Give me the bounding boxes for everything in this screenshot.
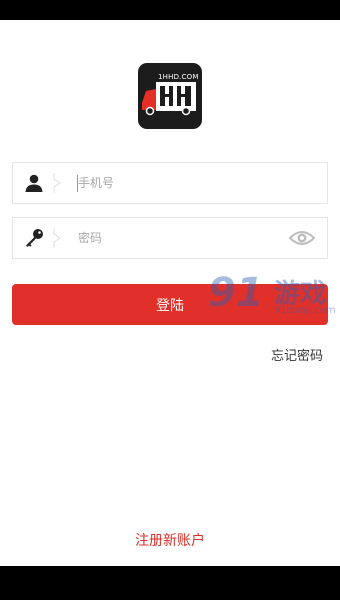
- field-divider-icon: [53, 173, 61, 193]
- field-divider-icon: [53, 228, 61, 248]
- status-bar: [0, 0, 340, 20]
- key-icon: [13, 218, 55, 258]
- eye-icon[interactable]: [289, 227, 315, 249]
- text-cursor: [77, 175, 78, 192]
- register-link[interactable]: 注册新账户: [0, 530, 340, 550]
- navigation-bar: [0, 566, 340, 600]
- watermark-url: 91danji.com: [274, 305, 336, 316]
- password-field[interactable]: [12, 217, 328, 259]
- user-icon: [13, 163, 55, 203]
- forgot-password-link[interactable]: 忘记密码: [271, 345, 323, 364]
- watermark: 91 游戏 91danji.com: [208, 270, 338, 328]
- logo-text: 1HHD.COM: [158, 73, 199, 81]
- app-logo: 1HHD.COM: [138, 63, 202, 129]
- password-input[interactable]: [68, 218, 288, 258]
- watermark-number: 91: [208, 270, 264, 316]
- phone-field[interactable]: [12, 162, 328, 204]
- phone-input[interactable]: [68, 163, 288, 203]
